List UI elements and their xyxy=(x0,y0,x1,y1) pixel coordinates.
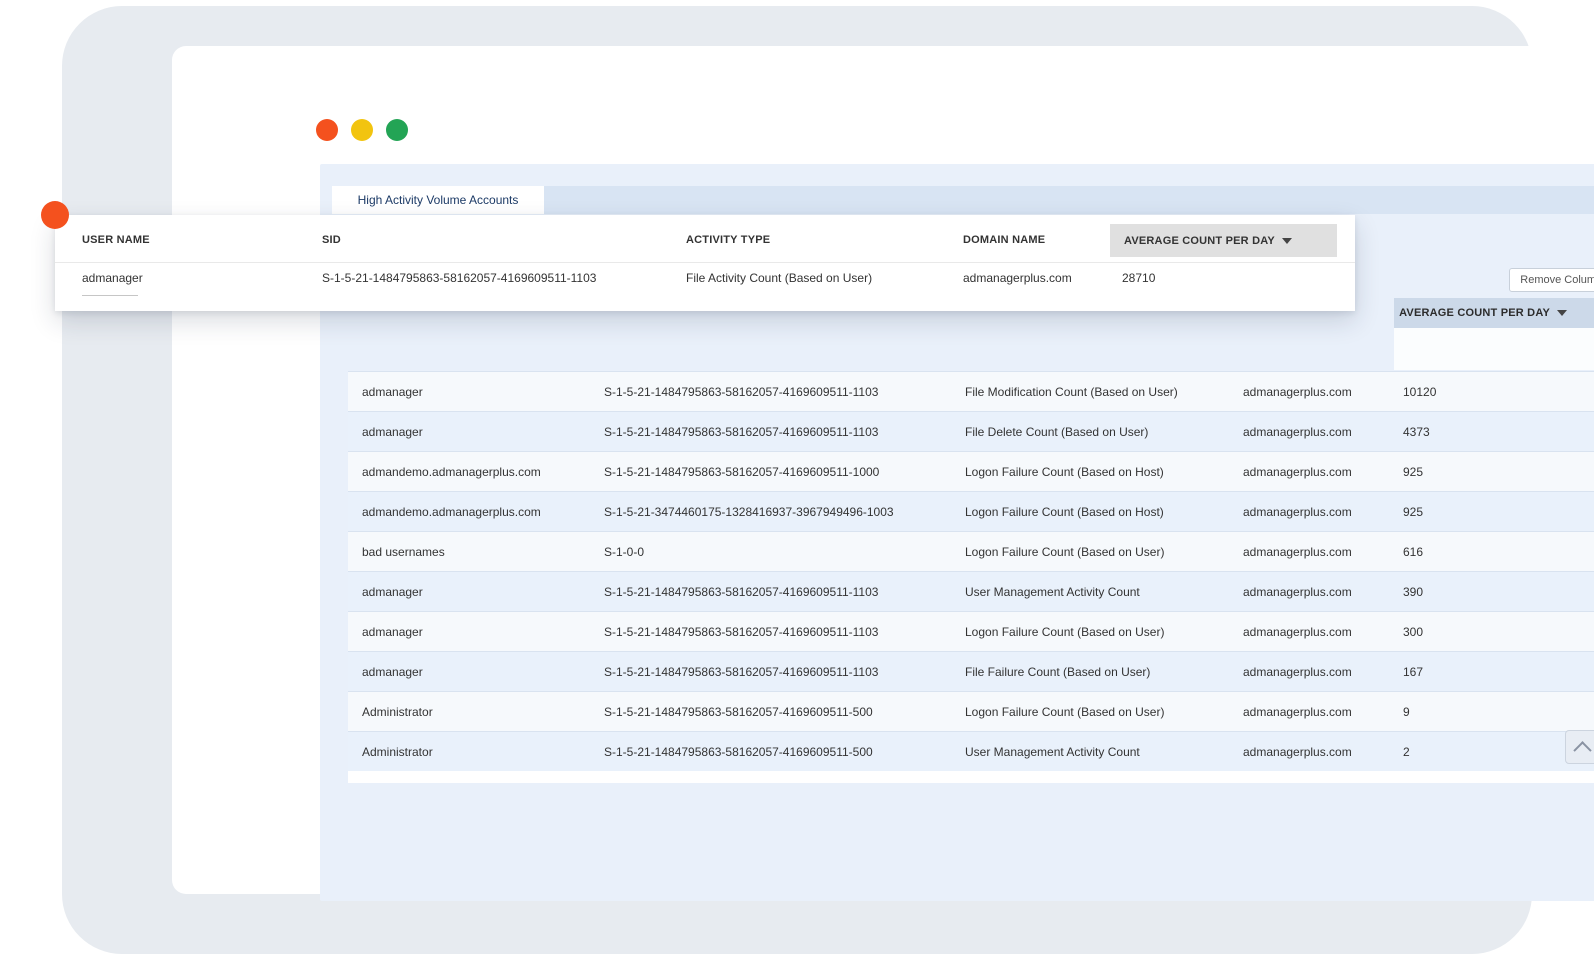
cell-user-name: admandemo.admanagerplus.com xyxy=(362,465,604,479)
cell-sid: S-1-5-21-1484795863-58162057-4169609511-… xyxy=(604,745,965,759)
preview-cell-activity-type: File Activity Count (Based on User) xyxy=(686,271,872,285)
cell-user-name: admanager xyxy=(362,625,604,639)
cell-activity-type: Logon Failure Count (Based on User) xyxy=(965,545,1243,559)
activity-table-rows: admanager S-1-5-21-1484795863-58162057-4… xyxy=(348,371,1594,783)
table-row[interactable]: admanager S-1-5-21-1484795863-58162057-4… xyxy=(348,371,1594,411)
table-row[interactable]: admanager S-1-5-21-1484795863-58162057-4… xyxy=(348,571,1594,611)
preview-cell-domain-name: admanagerplus.com xyxy=(963,271,1072,285)
cell-user-name: Administrator xyxy=(362,705,604,719)
table-row[interactable]: Administrator S-1-5-21-1484795863-581620… xyxy=(348,691,1594,731)
tab-bar: High Activity Volume Accounts xyxy=(332,186,1594,214)
cell-sid: S-1-5-21-1484795863-58162057-4169609511-… xyxy=(604,385,965,399)
sort-desc-caret-icon xyxy=(1282,238,1292,244)
chevron-up-icon xyxy=(1573,741,1591,759)
preview-cell-user-name: admanager xyxy=(82,271,143,285)
cell-domain-name: admanagerplus.com xyxy=(1243,665,1403,679)
cell-sid: S-1-5-21-1484795863-58162057-4169609511-… xyxy=(604,425,965,439)
cell-domain-name: admanagerplus.com xyxy=(1243,505,1403,519)
preview-header-domain-name[interactable]: DOMAIN NAME xyxy=(963,234,1045,246)
window-minimize-button[interactable] xyxy=(351,119,373,141)
cell-activity-type: Logon Failure Count (Based on Host) xyxy=(965,505,1243,519)
user-name-underline xyxy=(82,295,138,296)
cell-domain-name: admanagerplus.com xyxy=(1243,545,1403,559)
cell-average-count: 4373 xyxy=(1403,425,1594,439)
remove-columns-button[interactable]: Remove Columns xyxy=(1509,268,1594,292)
sort-desc-caret-icon xyxy=(1557,310,1567,316)
scroll-to-top-button[interactable] xyxy=(1565,730,1594,764)
cell-average-count: 167 xyxy=(1403,665,1594,679)
cell-domain-name: admanagerplus.com xyxy=(1243,425,1403,439)
preview-divider xyxy=(55,262,1355,263)
cell-activity-type: File Modification Count (Based on User) xyxy=(965,385,1243,399)
cell-activity-type: User Management Activity Count xyxy=(965,585,1243,599)
cell-average-count: 616 xyxy=(1403,545,1594,559)
table-row[interactable]: bad usernames S-1-0-0 Logon Failure Coun… xyxy=(348,531,1594,571)
cell-activity-type: File Delete Count (Based on User) xyxy=(965,425,1243,439)
cell-domain-name: admanagerplus.com xyxy=(1243,705,1403,719)
cell-sid: S-1-5-21-1484795863-58162057-4169609511-… xyxy=(604,585,965,599)
preview-header-average-count-per-day[interactable]: AVERAGE COUNT PER DAY xyxy=(1110,224,1337,257)
table-row[interactable]: admanager S-1-5-21-1484795863-58162057-4… xyxy=(348,611,1594,651)
cell-average-count: 925 xyxy=(1403,465,1594,479)
cell-sid: S-1-5-21-1484795863-58162057-4169609511-… xyxy=(604,465,965,479)
cell-user-name: admandemo.admanagerplus.com xyxy=(362,505,604,519)
preview-header-sid[interactable]: SID xyxy=(322,234,341,246)
cell-user-name: admanager xyxy=(362,425,604,439)
window-zoom-button[interactable] xyxy=(386,119,408,141)
table-row[interactable]: admandemo.admanagerplus.com S-1-5-21-347… xyxy=(348,491,1594,531)
table-row[interactable]: Administrator S-1-5-21-1484795863-581620… xyxy=(348,731,1594,771)
cell-sid: S-1-5-21-1484795863-58162057-4169609511-… xyxy=(604,665,965,679)
preview-header-user-name[interactable]: USER NAME xyxy=(82,234,150,246)
hidden-first-row-sliver xyxy=(1394,328,1594,370)
cell-domain-name: admanagerplus.com xyxy=(1243,745,1403,759)
preview-header-activity-type[interactable]: ACTIVITY TYPE xyxy=(686,234,770,246)
window-controls xyxy=(316,119,408,141)
cell-average-count: 390 xyxy=(1403,585,1594,599)
cell-average-count: 9 xyxy=(1403,705,1594,719)
table-header-average-count-per-day[interactable]: AVERAGE COUNT PER DAY xyxy=(1394,298,1594,328)
table-header-label: AVERAGE COUNT PER DAY xyxy=(1399,307,1550,319)
cell-activity-type: Logon Failure Count (Based on User) xyxy=(965,705,1243,719)
cell-domain-name: admanagerplus.com xyxy=(1243,385,1403,399)
preview-cell-sid: S-1-5-21-1484795863-58162057-4169609511-… xyxy=(322,271,596,285)
cell-user-name: admanager xyxy=(362,385,604,399)
cell-user-name: Administrator xyxy=(362,745,604,759)
cell-activity-type: Logon Failure Count (Based on Host) xyxy=(965,465,1243,479)
app-window: High Activity Volume Accounts Remove Col… xyxy=(172,46,1582,894)
cell-domain-name: admanagerplus.com xyxy=(1243,465,1403,479)
cell-domain-name: admanagerplus.com xyxy=(1243,585,1403,599)
preview-cell-average-count: 28710 xyxy=(1122,271,1155,285)
table-row[interactable]: admanager S-1-5-21-1484795863-58162057-4… xyxy=(348,651,1594,691)
cell-average-count: 10120 xyxy=(1403,385,1594,399)
cell-average-count: 300 xyxy=(1403,625,1594,639)
table-row[interactable]: admandemo.admanagerplus.com S-1-5-21-148… xyxy=(348,451,1594,491)
cell-activity-type: Logon Failure Count (Based on User) xyxy=(965,625,1243,639)
cell-sid: S-1-5-21-1484795863-58162057-4169609511-… xyxy=(604,705,965,719)
cell-sid: S-1-0-0 xyxy=(604,545,965,559)
cell-sid: S-1-5-21-3474460175-1328416937-396794949… xyxy=(604,505,965,519)
preview-header-label: AVERAGE COUNT PER DAY xyxy=(1124,235,1275,247)
cell-activity-type: File Failure Count (Based on User) xyxy=(965,665,1243,679)
cell-user-name: admanager xyxy=(362,585,604,599)
cell-domain-name: admanagerplus.com xyxy=(1243,625,1403,639)
cell-average-count: 925 xyxy=(1403,505,1594,519)
tab-high-activity-volume-accounts[interactable]: High Activity Volume Accounts xyxy=(332,186,544,214)
column-drag-preview: USER NAME SID ACTIVITY TYPE DOMAIN NAME … xyxy=(55,215,1355,311)
cell-user-name: admanager xyxy=(362,665,604,679)
cell-user-name: bad usernames xyxy=(362,545,604,559)
cell-activity-type: User Management Activity Count xyxy=(965,745,1243,759)
drag-cursor-dot xyxy=(41,201,69,229)
window-close-button[interactable] xyxy=(316,119,338,141)
cell-sid: S-1-5-21-1484795863-58162057-4169609511-… xyxy=(604,625,965,639)
table-row[interactable]: admanager S-1-5-21-1484795863-58162057-4… xyxy=(348,411,1594,451)
device-frame: High Activity Volume Accounts Remove Col… xyxy=(62,6,1532,954)
